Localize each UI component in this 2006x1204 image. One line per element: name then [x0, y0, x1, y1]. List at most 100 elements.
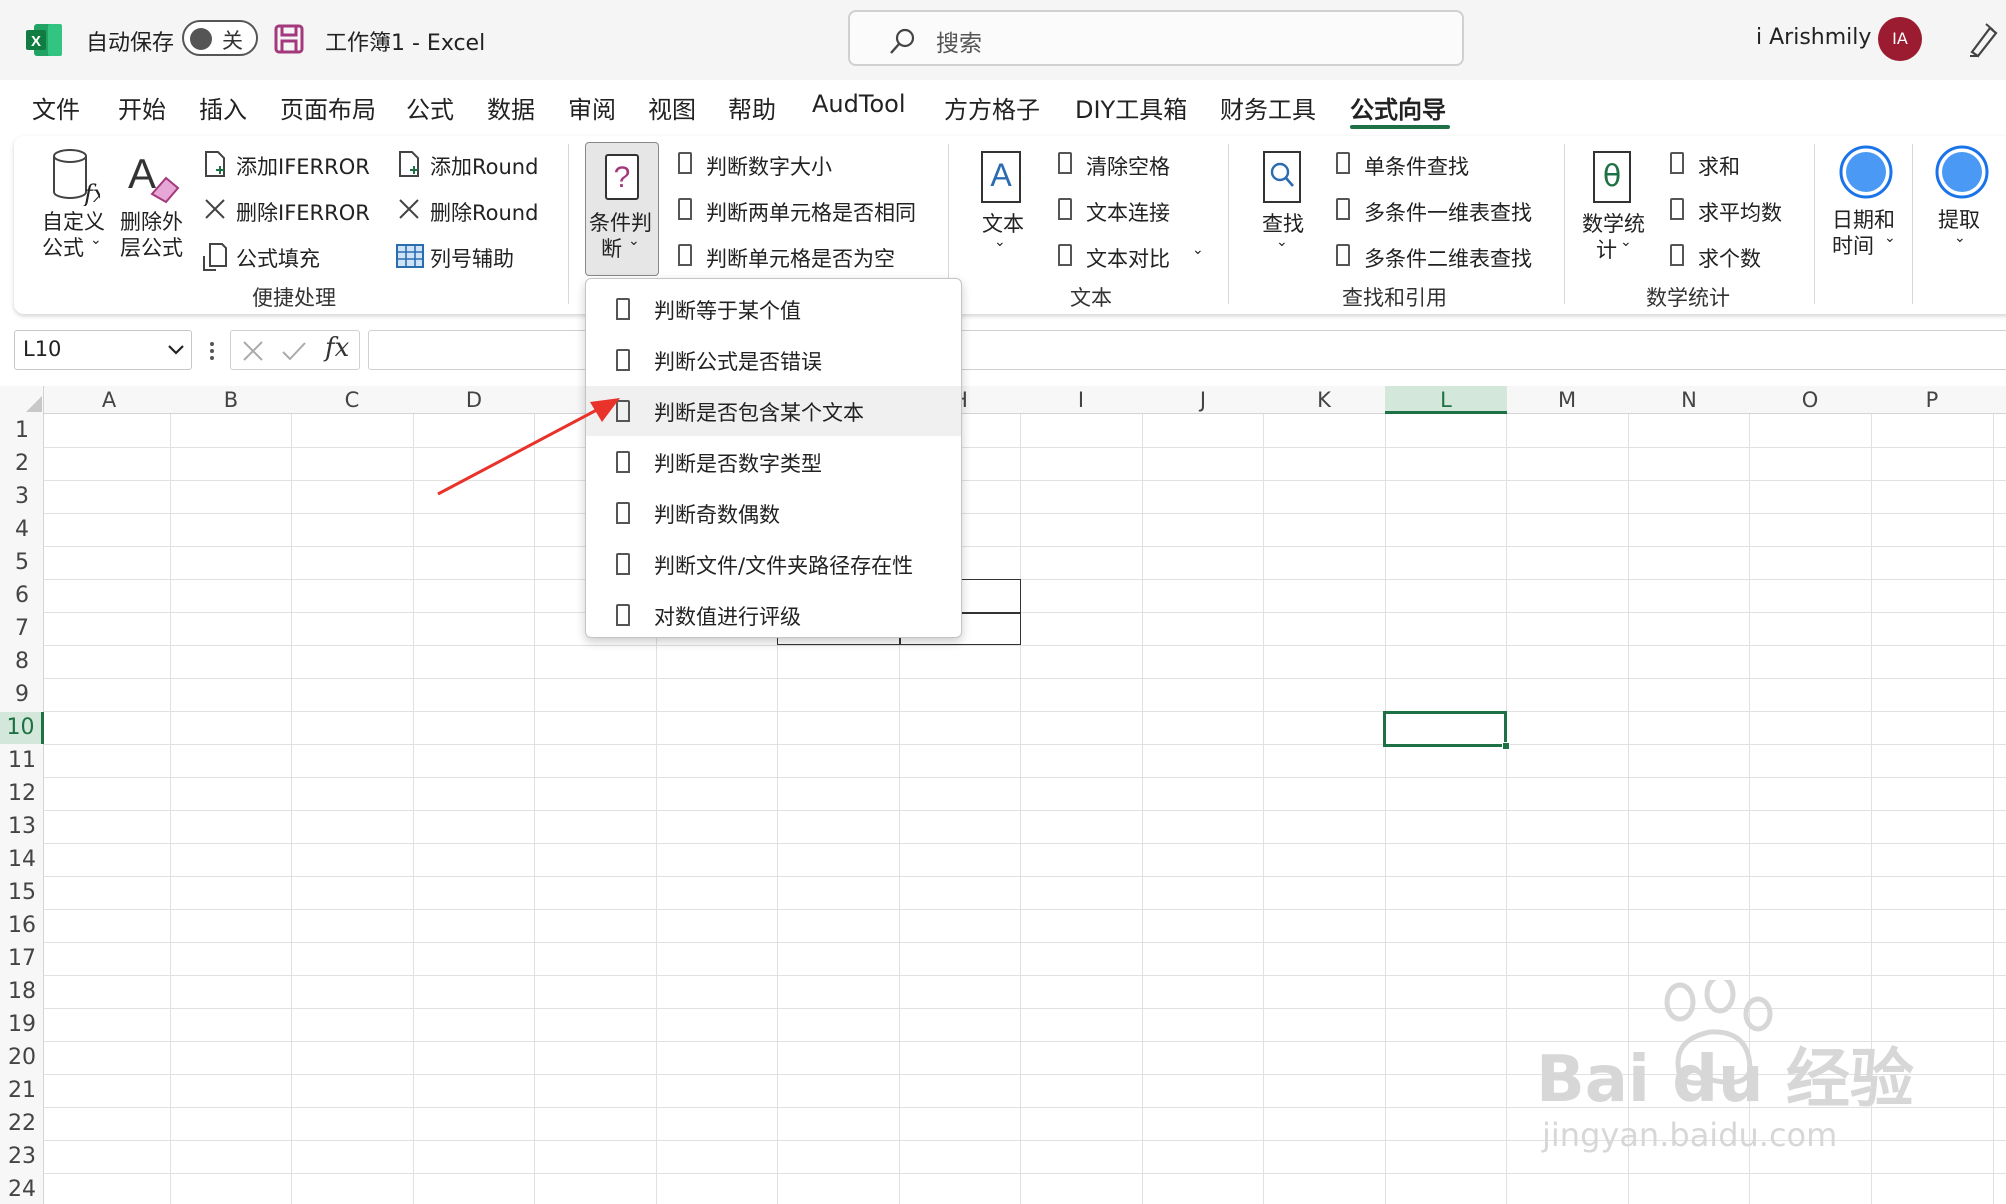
avatar[interactable]: IA	[1878, 17, 1922, 61]
menu-item-path-exists[interactable]: 判断文件/文件夹路径存在性	[586, 539, 961, 589]
tab-page-layout[interactable]: 页面布局	[280, 90, 376, 125]
condition-judge-button[interactable]: ? 条件判 断 ⌄	[585, 142, 659, 276]
multi-2d-lookup-button[interactable]: 多条件二维表查找	[1332, 240, 1560, 274]
user-name[interactable]: i Arishmily	[1756, 25, 1871, 50]
row-header[interactable]: 22	[0, 1111, 44, 1136]
sum-button[interactable]: 求和	[1666, 148, 1796, 182]
select-all-corner-icon[interactable]	[26, 396, 42, 412]
tab-formulas[interactable]: 公式	[406, 90, 454, 125]
column-header-n[interactable]: N	[1628, 386, 1750, 414]
date-time-button[interactable]: 日期和 时间 ⌄	[1828, 144, 1908, 264]
tab-view[interactable]: 视图	[648, 90, 696, 125]
column-header-l[interactable]: L	[1385, 386, 1507, 414]
row-header[interactable]: 23	[0, 1144, 44, 1169]
add-round-button[interactable]: 添加Round	[394, 148, 564, 182]
row-header[interactable]: 6	[0, 583, 44, 608]
delete-iferror-button[interactable]: 删除IFERROR	[200, 194, 380, 228]
menu-item-formula-error[interactable]: 判断公式是否错误	[586, 335, 961, 385]
formula-fill-button[interactable]: 公式填充	[200, 240, 380, 274]
extract-button[interactable]: 提取 ⌄	[1926, 144, 1996, 264]
row-header[interactable]: 2	[0, 451, 44, 476]
column-header-b[interactable]: B	[170, 386, 292, 414]
row-header[interactable]: 19	[0, 1012, 44, 1037]
text-compare-button[interactable]: 文本对比 ⌄	[1054, 240, 1224, 274]
row-header[interactable]: 12	[0, 781, 44, 806]
text-join-button[interactable]: 文本连接	[1054, 194, 1224, 228]
column-header-p[interactable]: P	[1871, 386, 1993, 414]
confirm-check-icon[interactable]	[281, 339, 307, 363]
row-header[interactable]: 4	[0, 517, 44, 542]
name-box[interactable]: L10	[14, 330, 192, 370]
judge-cell-empty-button[interactable]: 判断单元格是否为空	[674, 240, 936, 274]
column-header-k[interactable]: K	[1263, 386, 1385, 414]
tab-insert[interactable]: 插入	[199, 90, 247, 125]
judge-number-size-button[interactable]: 判断数字大小	[674, 148, 936, 182]
count-button[interactable]: 求个数	[1666, 240, 1796, 274]
menu-item-contains-text[interactable]: 判断是否包含某个文本	[586, 386, 961, 436]
tab-fangfang[interactable]: 方方格子	[944, 90, 1040, 125]
column-helper-button[interactable]: 列号辅助	[394, 240, 564, 274]
multi-1d-lookup-button[interactable]: 多条件一维表查找	[1332, 194, 1560, 228]
judge-cells-same-button[interactable]: 判断两单元格是否相同	[674, 194, 936, 228]
add-iferror-button[interactable]: 添加IFERROR	[200, 148, 380, 182]
row-header[interactable]: 9	[0, 682, 44, 707]
lookup-button[interactable]: 查找 ⌄	[1252, 148, 1316, 268]
row-header[interactable]: 17	[0, 946, 44, 971]
text-button[interactable]: A 文本 ⌄	[970, 148, 1034, 268]
autosave-toggle[interactable]: 关	[182, 20, 258, 56]
menu-item-odd-even[interactable]: 判断奇数偶数	[586, 488, 961, 538]
tab-data[interactable]: 数据	[487, 90, 535, 125]
row-header[interactable]: 16	[0, 913, 44, 938]
row-header-selected[interactable]: 10	[0, 712, 44, 744]
condition-label-2: 断	[601, 237, 622, 261]
delete-round-button[interactable]: 删除Round	[394, 194, 564, 228]
tab-home[interactable]: 开始	[118, 90, 166, 125]
tab-file[interactable]: 文件	[32, 90, 80, 125]
column-header-i[interactable]: I	[1020, 386, 1142, 414]
column-header-a[interactable]: A	[48, 386, 170, 414]
tab-finance-tools[interactable]: 财务工具	[1220, 90, 1316, 125]
grid-line	[44, 513, 2006, 514]
column-header-m[interactable]: M	[1506, 386, 1628, 414]
row-header[interactable]: 7	[0, 616, 44, 641]
save-icon[interactable]	[274, 24, 304, 54]
clear-spaces-button[interactable]: 清除空格	[1054, 148, 1224, 182]
row-header[interactable]: 3	[0, 484, 44, 509]
search-box[interactable]: 搜索	[848, 10, 1464, 66]
row-header[interactable]: 15	[0, 880, 44, 905]
single-condition-lookup-button[interactable]: 单条件查找	[1332, 148, 1560, 182]
custom-formula-button[interactable]: fx 自定义 公式 ⌄	[36, 148, 116, 268]
row-header[interactable]: 11	[0, 748, 44, 773]
math-stats-button[interactable]: θ 数学统 计 ⌄	[1578, 148, 1654, 268]
tab-formula-wizard[interactable]: 公式向导	[1350, 90, 1446, 125]
delete-outer-formula-button[interactable]: A 删除外 层公式	[116, 148, 192, 268]
tab-review[interactable]: 审阅	[568, 90, 616, 125]
row-header[interactable]: 24	[0, 1177, 44, 1202]
row-header[interactable]: 21	[0, 1078, 44, 1103]
column-header-j[interactable]: J	[1142, 386, 1264, 414]
row-header[interactable]: 18	[0, 979, 44, 1004]
chevron-down-icon: ⌄	[1276, 234, 1288, 250]
tab-audtool[interactable]: AudTool	[812, 90, 905, 118]
insert-function-icon[interactable]: fx	[325, 333, 349, 363]
pen-icon[interactable]	[1966, 20, 2000, 58]
tab-help[interactable]: 帮助	[728, 90, 776, 125]
column-header-c[interactable]: C	[291, 386, 413, 414]
grid-line	[44, 546, 2006, 547]
average-button[interactable]: 求平均数	[1666, 194, 1796, 228]
row-header[interactable]: 5	[0, 550, 44, 575]
menu-item-equals-value[interactable]: 判断等于某个值	[586, 284, 961, 334]
row-header[interactable]: 14	[0, 847, 44, 872]
row-header[interactable]: 1	[0, 418, 44, 443]
row-header[interactable]: 13	[0, 814, 44, 839]
menu-item-grade-values[interactable]: 对数值进行评级	[586, 590, 961, 640]
formula-bar-more-icon[interactable]	[208, 336, 216, 364]
tab-diy-toolbox[interactable]: DIY工具箱	[1075, 90, 1187, 125]
selected-cell[interactable]	[1383, 711, 1510, 750]
row-header[interactable]: 20	[0, 1045, 44, 1070]
fill-handle[interactable]	[1502, 742, 1510, 750]
cancel-icon[interactable]	[241, 339, 265, 363]
menu-item-is-number[interactable]: 判断是否数字类型	[586, 437, 961, 487]
column-header-o[interactable]: O	[1749, 386, 1871, 414]
row-header[interactable]: 8	[0, 649, 44, 674]
